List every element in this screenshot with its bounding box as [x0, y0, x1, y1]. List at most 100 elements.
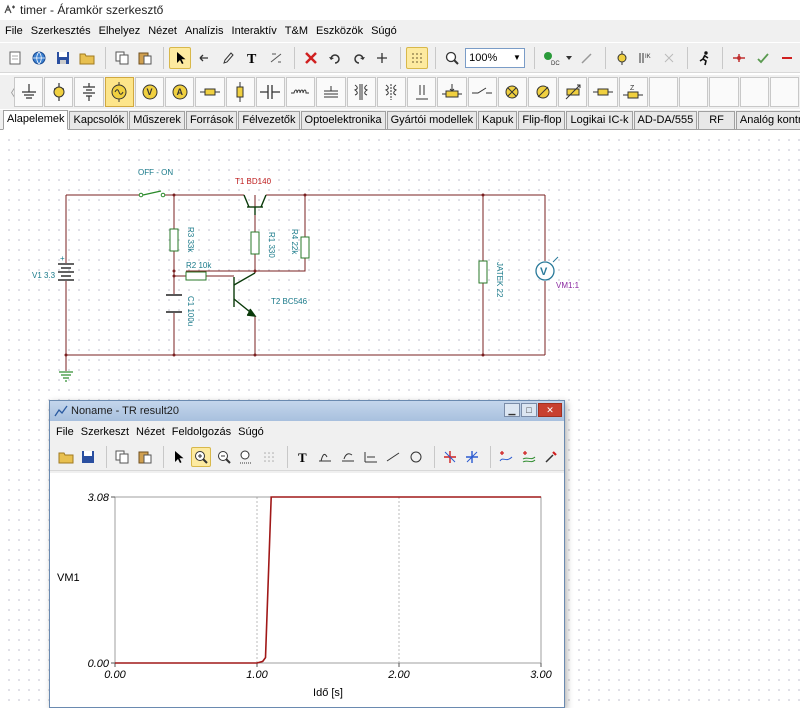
palette-scroll-left-icon[interactable]: 〈	[4, 84, 16, 101]
paste-icon[interactable]	[134, 47, 156, 69]
open-folder-icon[interactable]	[56, 447, 76, 467]
zoom-icon[interactable]	[441, 47, 463, 69]
zoom-fit-icon[interactable]	[237, 447, 257, 467]
potentiometer-icon[interactable]	[437, 77, 467, 107]
palette-empty-slot[interactable]	[648, 77, 679, 107]
resistor-small-icon[interactable]	[588, 77, 618, 107]
menu-szerkesztes[interactable]: Szerkesztés	[30, 23, 92, 39]
redo-icon[interactable]	[348, 47, 370, 69]
tab-kapcsolok[interactable]: Kapcsolók	[69, 111, 129, 129]
ammeter-icon[interactable]: A	[165, 77, 195, 107]
maximize-button[interactable]: □	[521, 403, 537, 417]
save-icon[interactable]	[52, 47, 74, 69]
flip-icon[interactable]	[265, 47, 287, 69]
ac-source-icon[interactable]	[104, 77, 134, 107]
voltmeter-vm1-symbol[interactable]: V	[535, 256, 559, 281]
crosshair-blue-icon[interactable]	[462, 447, 482, 467]
battery-icon[interactable]	[44, 77, 74, 107]
grid-toggle-icon[interactable]	[406, 46, 429, 69]
palette-empty-slot[interactable]	[679, 77, 709, 107]
resistor-r4-symbol[interactable]	[300, 236, 310, 259]
result-window-titlebar[interactable]: Noname - TR result20 ▁ □ ✕	[50, 401, 564, 421]
resistor-r2-symbol[interactable]	[185, 271, 207, 281]
fuse-icon[interactable]	[225, 77, 255, 107]
menu-eszkozok[interactable]: Eszközök	[315, 23, 364, 39]
capacitor-c1-symbol[interactable]	[166, 294, 182, 313]
tab-analog-kontroll[interactable]: Analóg kontroll	[735, 111, 800, 129]
close-button[interactable]: ✕	[538, 403, 562, 417]
tab-gyartoi-modellek[interactable]: Gyártói modellek	[386, 111, 478, 129]
impedance-icon[interactable]: Z	[618, 77, 648, 107]
tab-kapuk[interactable]: Kapuk	[478, 111, 518, 129]
crosshair-red-icon[interactable]	[440, 447, 460, 467]
undo-icon[interactable]	[324, 47, 346, 69]
result-menu-feldolgozas[interactable]: Feldolgozás	[172, 426, 231, 438]
open-folder-icon[interactable]	[76, 47, 98, 69]
dc-analysis-icon[interactable]: DC	[540, 47, 562, 69]
resistor-r1-symbol[interactable]	[250, 231, 260, 255]
tab-forrasok[interactable]: Források	[185, 111, 238, 129]
switch-icon[interactable]	[467, 77, 497, 107]
result-window[interactable]: Noname - TR result20 ▁ □ ✕ File Szerkesz…	[49, 400, 565, 708]
tab-felvezetok[interactable]: Félvezetők	[238, 111, 300, 129]
run-icon[interactable]	[693, 47, 715, 69]
menu-interaktiv[interactable]: Interaktív	[231, 23, 278, 39]
minimize-button[interactable]: ▁	[504, 403, 520, 417]
vm1-series-line[interactable]	[115, 496, 541, 664]
voltmeter-icon[interactable]: V	[134, 77, 165, 107]
ground-icon[interactable]	[14, 77, 44, 107]
check-icon[interactable]	[752, 47, 774, 69]
zoom-combo[interactable]: 100% ▼	[465, 47, 525, 68]
pen-icon[interactable]	[217, 47, 239, 69]
palette-empty-slot[interactable]	[709, 77, 739, 107]
tab-optoelektronika[interactable]: Optoelektronika	[300, 111, 386, 129]
paste-icon[interactable]	[135, 447, 155, 467]
inductor-icon[interactable]	[286, 77, 316, 107]
transistor-t2-symbol[interactable]	[233, 272, 257, 317]
grid-icon[interactable]	[259, 447, 279, 467]
select-arrow-icon[interactable]	[169, 46, 192, 69]
result-menu-sugo[interactable]: Súgó	[238, 426, 264, 438]
line-tool-icon[interactable]	[383, 447, 403, 467]
circle-tool-icon[interactable]	[406, 447, 426, 467]
menu-nezet[interactable]: Nézet	[147, 23, 178, 39]
result-menu-szerkeszt[interactable]: Szerkeszt	[81, 426, 129, 438]
wire-arrow-icon[interactable]	[193, 47, 215, 69]
component-tool-icon[interactable]	[611, 47, 633, 69]
junction-icon[interactable]	[371, 47, 393, 69]
delete-icon[interactable]	[300, 47, 322, 69]
vm1-chart[interactable]: 0.00 1.00 2.00 3.00 0.00 3.08 VM1 Idő [s]	[50, 473, 564, 707]
probe-icon[interactable]	[576, 47, 598, 69]
globe-icon[interactable]	[28, 47, 50, 69]
cursor-a-icon[interactable]	[316, 447, 336, 467]
save-icon[interactable]	[79, 447, 99, 467]
dropdown-arrow-icon[interactable]	[564, 47, 574, 69]
macro-icon[interactable]: IK	[635, 47, 657, 69]
multi-curve-icon[interactable]	[519, 447, 539, 467]
transformer-icon[interactable]	[346, 77, 376, 107]
menu-sugo[interactable]: Súgó	[370, 23, 398, 39]
battery-v1-symbol[interactable]	[58, 263, 74, 281]
menu-tm[interactable]: T&M	[284, 23, 309, 39]
jatek-resistor-symbol[interactable]	[478, 260, 488, 284]
variable-resistor-icon[interactable]	[558, 77, 588, 107]
pipette-icon[interactable]	[541, 447, 561, 467]
disabled-tool-icon[interactable]	[658, 47, 680, 69]
menu-analizis[interactable]: Analízis	[184, 23, 225, 39]
ground-symbol[interactable]	[59, 371, 73, 382]
measure-icon[interactable]	[361, 447, 381, 467]
transformer-core-icon[interactable]	[376, 77, 407, 107]
tab-alapelemek[interactable]: Alapelemek	[3, 110, 69, 130]
tab-rf[interactable]: RF	[698, 111, 735, 129]
transient-plot-area[interactable]: 0.00 1.00 2.00 3.00 0.00 3.08 VM1 Idő [s]	[50, 473, 564, 707]
motor-icon[interactable]	[527, 77, 558, 107]
tab-muszerek[interactable]: Műszerek	[129, 111, 185, 129]
copy-icon[interactable]	[112, 447, 132, 467]
menu-elhelyez[interactable]: Elhelyez	[98, 23, 142, 39]
tab-flip-flop[interactable]: Flip-flop	[518, 111, 566, 129]
tab-logikai-ic[interactable]: Logikai IC-k	[566, 111, 633, 129]
text-tool-icon[interactable]: T	[241, 47, 263, 69]
relay-icon[interactable]	[407, 77, 437, 107]
zoom-out-icon[interactable]	[214, 447, 234, 467]
menu-file[interactable]: File	[4, 23, 24, 39]
